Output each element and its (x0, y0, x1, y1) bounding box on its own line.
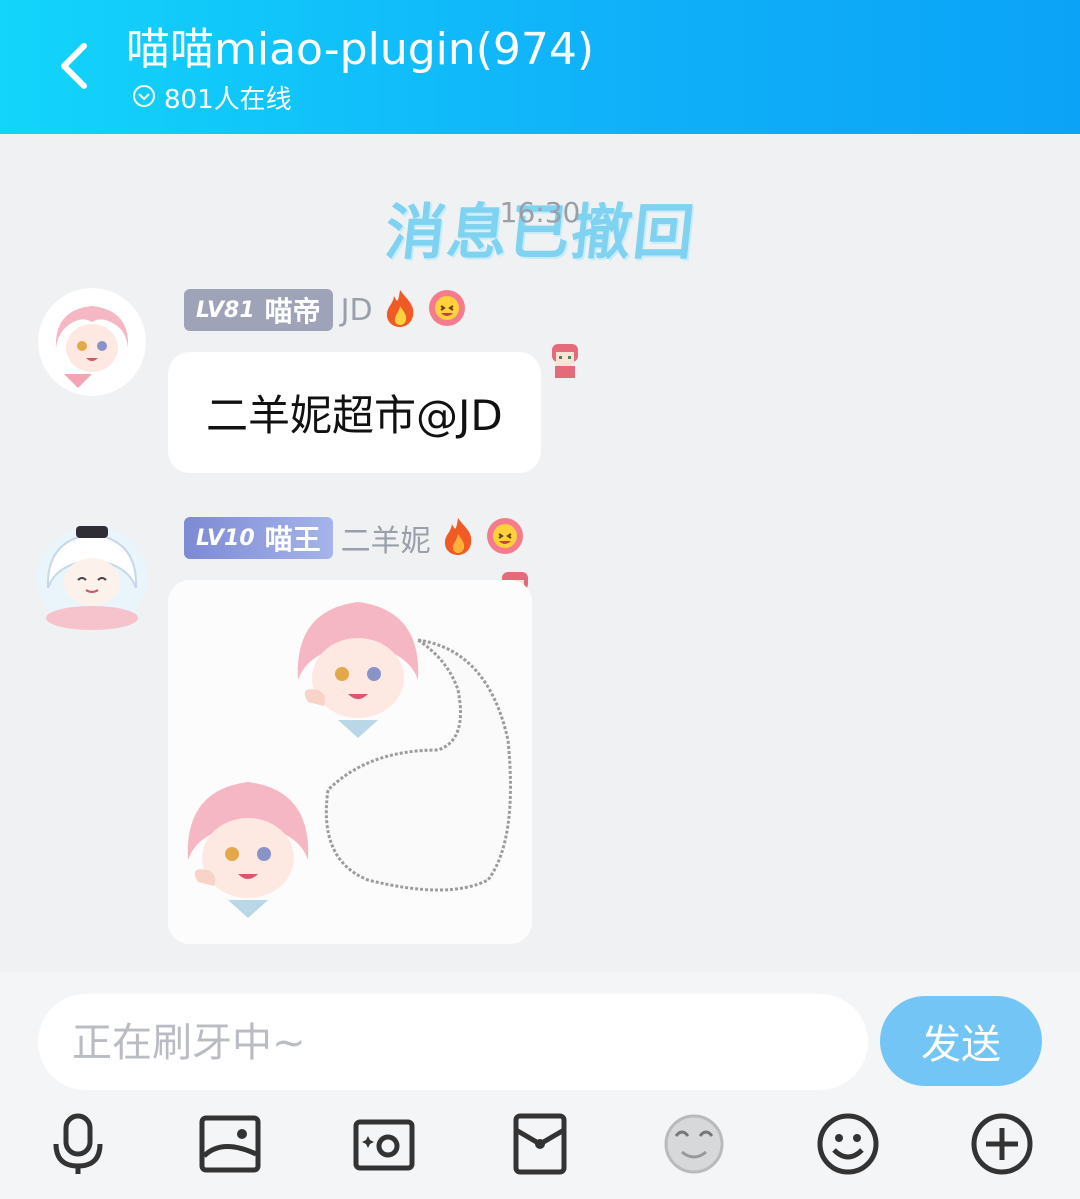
level-title: 喵王 (264, 523, 321, 556)
message-text: 二羊妮超市@JD (206, 391, 503, 440)
online-count[interactable]: 801人在线 (132, 84, 292, 116)
sender-nickname[interactable]: 二羊妮 (341, 516, 431, 560)
pixel-avatar-icon (546, 340, 584, 380)
send-button[interactable]: 发送 (880, 996, 1042, 1086)
level-title: 喵帝 (264, 295, 321, 328)
message-timestamp: 16:30 (499, 196, 581, 229)
sticker-icon[interactable] (662, 1112, 726, 1176)
red-packet-icon[interactable] (508, 1112, 572, 1176)
group-title[interactable]: 喵喵miao-plugin(974) (126, 22, 594, 78)
level-label: LV81 (196, 297, 255, 323)
image-icon[interactable] (198, 1112, 262, 1176)
avatar[interactable] (32, 516, 152, 632)
sender-meta: LV10 喵王 二羊妮 (184, 516, 525, 560)
sticker-image[interactable] (168, 580, 532, 944)
emoji-icon[interactable] (816, 1112, 880, 1176)
message-bubble[interactable]: 二羊妮超市@JD (168, 352, 541, 473)
online-count-label: 801人在线 (164, 85, 292, 115)
camera-icon[interactable] (352, 1112, 416, 1176)
message-input[interactable] (70, 994, 834, 1092)
chat-header: 喵喵miao-plugin(974) 801人在线 (0, 0, 1080, 134)
chevron-down-circle-icon (132, 84, 156, 116)
fire-icon (381, 288, 419, 332)
sender-nickname[interactable]: JD (341, 293, 373, 328)
flower-emoji-icon (427, 288, 467, 332)
fire-icon (439, 516, 477, 560)
level-badge: LV81 喵帝 (184, 289, 333, 331)
level-label: LV10 (196, 525, 255, 551)
level-badge: LV10 喵王 (184, 517, 333, 559)
flower-emoji-icon (485, 516, 525, 560)
mic-icon[interactable] (46, 1112, 110, 1176)
back-icon[interactable] (52, 36, 102, 96)
sender-meta: LV81 喵帝 JD (184, 288, 467, 332)
message-input-container[interactable] (38, 994, 868, 1092)
plus-icon[interactable] (970, 1112, 1034, 1176)
avatar[interactable] (38, 288, 146, 396)
